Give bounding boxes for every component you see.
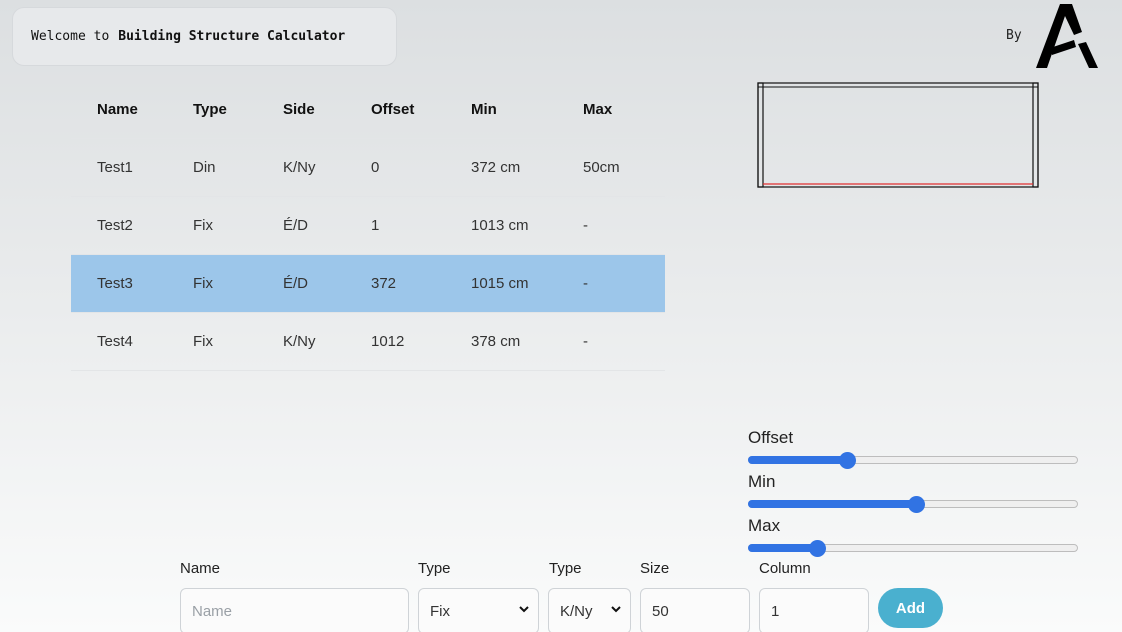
size-input-value: 50: [652, 602, 669, 620]
cell-name: Test4: [71, 312, 167, 371]
app-name: Building Structure Calculator: [118, 29, 346, 44]
size-field-label: Size: [640, 560, 670, 577]
cell-max: 50cm: [557, 138, 665, 197]
table-row-selected[interactable]: Test3 Fix É/D 372 1015 cm -: [71, 254, 665, 313]
max-slider-label: Max: [748, 516, 781, 535]
cell-offset: 372: [345, 254, 445, 313]
column-input[interactable]: 1: [759, 588, 869, 632]
cell-name: Test3: [71, 254, 167, 313]
cell-max: -: [557, 312, 665, 371]
cell-offset: 1012: [345, 312, 445, 371]
name-input[interactable]: Name: [180, 588, 409, 632]
preview-frame: [757, 82, 1039, 188]
slider-fill: [748, 500, 917, 508]
cell-type: Fix: [167, 312, 257, 371]
cell-min: 378 cm: [445, 312, 557, 371]
cell-offset: 1: [345, 196, 445, 255]
cell-side: É/D: [257, 196, 345, 255]
slider-thumb[interactable]: [839, 452, 856, 469]
author-logo-icon: [1036, 4, 1098, 68]
column-header-max[interactable]: Max: [557, 82, 665, 139]
side-select[interactable]: K/Ny: [548, 588, 631, 632]
side-field-label: Type: [549, 560, 582, 577]
cell-min: 1015 cm: [445, 254, 557, 313]
cell-type: Fix: [167, 254, 257, 313]
preview-left-post: [757, 82, 764, 188]
table-row[interactable]: Test2 Fix É/D 1 1013 cm -: [71, 196, 665, 255]
column-header-type[interactable]: Type: [167, 82, 257, 139]
cell-side: K/Ny: [257, 312, 345, 371]
column-input-value: 1: [771, 602, 780, 620]
chevron-down-icon: [519, 606, 529, 613]
column-header-offset[interactable]: Offset: [345, 82, 445, 139]
cell-min: 372 cm: [445, 138, 557, 197]
table-header-row: Name Type Side Offset Min Max: [71, 82, 665, 139]
type-field-label: Type: [418, 560, 451, 577]
welcome-prefix: Welcome to: [31, 29, 110, 44]
slider-fill: [748, 456, 847, 464]
column-field-label: Column: [759, 560, 811, 577]
offset-slider[interactable]: [748, 452, 1078, 469]
name-field-label: Name: [180, 560, 221, 577]
type-select-value: Fix: [430, 602, 450, 620]
column-header-min[interactable]: Min: [445, 82, 557, 139]
cell-offset: 0: [345, 138, 445, 197]
add-button[interactable]: Add: [878, 588, 943, 628]
by-label: By: [1006, 28, 1022, 43]
table-row[interactable]: Test4 Fix K/Ny 1012 378 cm -: [71, 312, 665, 371]
cell-max: -: [557, 196, 665, 255]
table-row[interactable]: Test1 Din K/Ny 0 372 cm 50cm: [71, 138, 665, 197]
structure-preview: [757, 82, 1039, 188]
offset-slider-label: Offset: [748, 428, 794, 447]
cell-type: Din: [167, 138, 257, 197]
elements-table: Name Type Side Offset Min Max Test1 Din …: [71, 82, 665, 371]
cell-max: -: [557, 254, 665, 313]
type-select[interactable]: Fix: [418, 588, 539, 632]
cell-side: K/Ny: [257, 138, 345, 197]
cell-name: Test1: [71, 138, 167, 197]
cell-name: Test2: [71, 196, 167, 255]
slider-fill: [748, 544, 818, 552]
column-header-side[interactable]: Side: [257, 82, 345, 139]
size-input[interactable]: 50: [640, 588, 750, 632]
name-input-placeholder: Name: [192, 602, 233, 620]
column-header-name[interactable]: Name: [71, 82, 167, 139]
welcome-banner: Welcome to Building Structure Calculator: [12, 7, 397, 66]
cell-type: Fix: [167, 196, 257, 255]
cell-min: 1013 cm: [445, 196, 557, 255]
min-slider[interactable]: [748, 496, 1078, 513]
slider-thumb[interactable]: [809, 540, 827, 557]
side-select-value: K/Ny: [560, 602, 593, 620]
chevron-down-icon: [611, 606, 621, 613]
preview-right-post: [1032, 82, 1039, 188]
min-slider-label: Min: [748, 472, 776, 491]
max-slider[interactable]: [748, 540, 1078, 557]
cell-side: É/D: [257, 254, 345, 313]
slider-thumb[interactable]: [908, 496, 926, 513]
